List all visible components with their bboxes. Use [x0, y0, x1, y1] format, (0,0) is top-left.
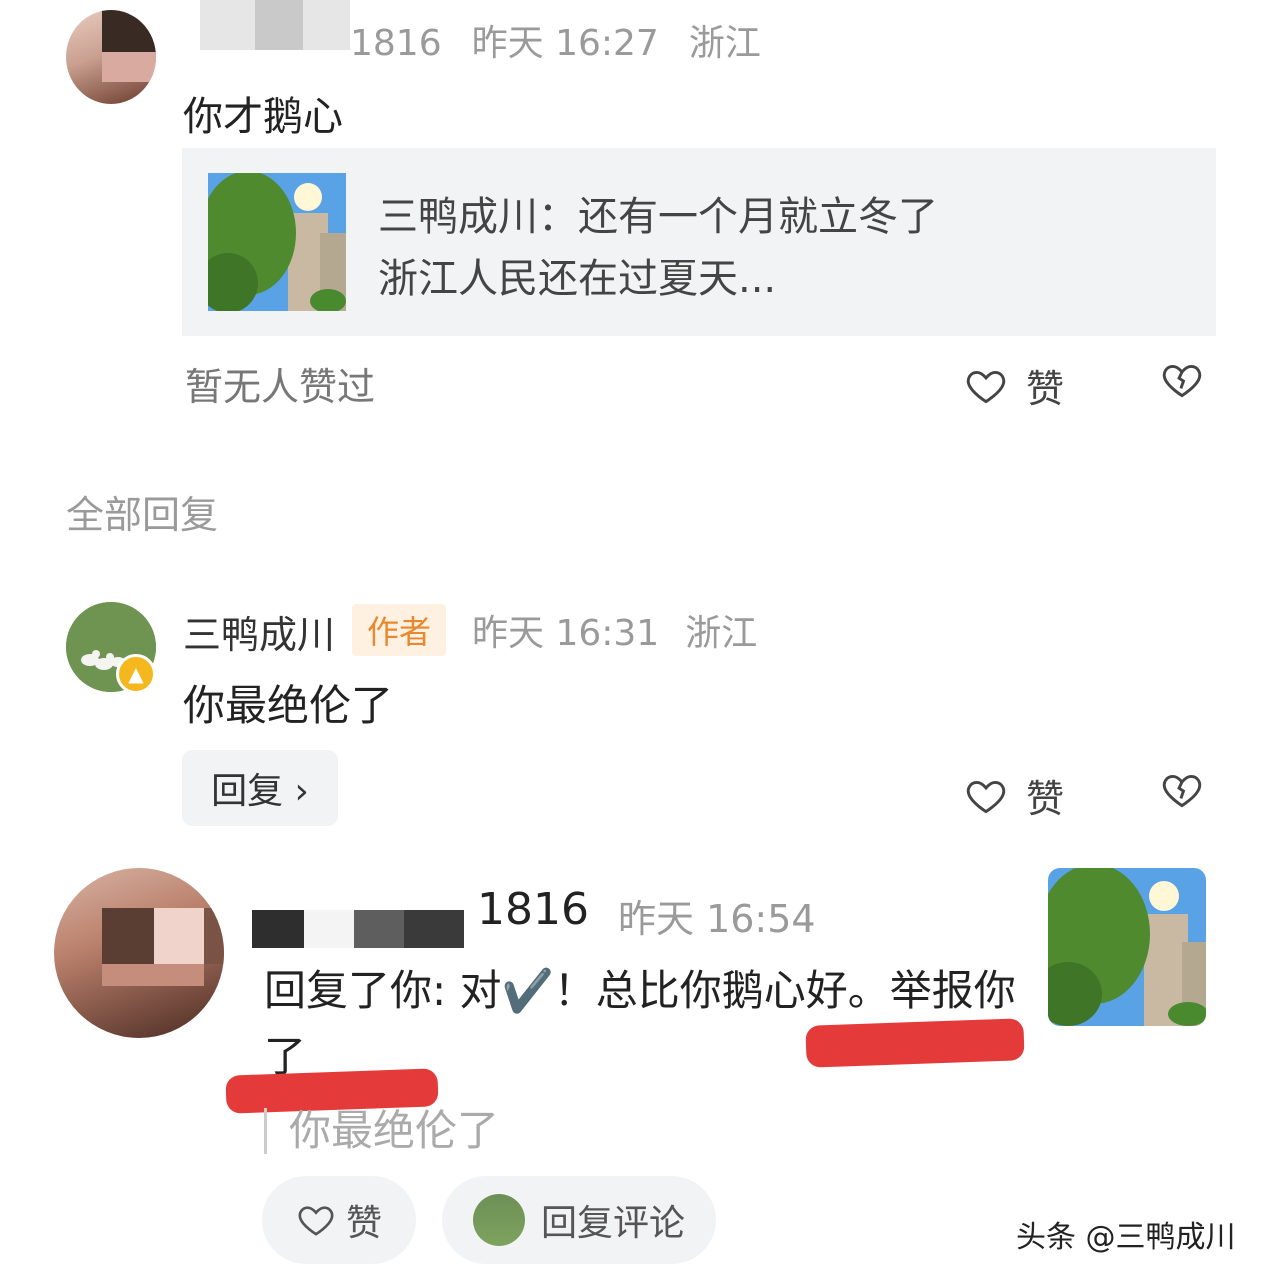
- comment-text: 你最绝伦了: [183, 681, 394, 730]
- comment-meta: 昨天 16:31 浙江: [472, 604, 783, 656]
- avatar[interactable]: [66, 10, 156, 104]
- like-label: 赞: [345, 1203, 382, 1244]
- censor-block: [404, 910, 464, 948]
- location: 浙江: [685, 613, 758, 654]
- section-title: 全部回复: [66, 493, 219, 537]
- post-thumbnail[interactable]: [1048, 868, 1206, 1026]
- heart-icon: [298, 1206, 334, 1236]
- reply-comment-button[interactable]: 回复评论: [442, 1176, 716, 1264]
- sky-tree-image: [1048, 868, 1206, 1026]
- post-thumbnail[interactable]: [208, 173, 346, 311]
- broken-heart-icon: [1162, 364, 1202, 398]
- quoted-post-line: 浙江人民还在过夏天...: [378, 256, 777, 302]
- verified-badge-icon: ▲: [116, 654, 156, 694]
- censor-block: [252, 910, 304, 948]
- quoted-post-text: 三鸭成川：还有一个月就立冬了 浙江人民还在过夏天...: [378, 186, 1178, 310]
- censor-block: [354, 910, 404, 948]
- avatar[interactable]: [54, 868, 224, 1038]
- quoted-post-line: 三鸭成川：还有一个月就立冬了: [378, 194, 938, 240]
- location: 浙江: [688, 23, 761, 64]
- watermark: 头条 @三鸭成川: [1016, 1220, 1236, 1255]
- censor-block: [304, 910, 354, 948]
- username[interactable]: 三鸭成川: [183, 604, 335, 659]
- quoted-reply: 你最绝伦了: [264, 1108, 499, 1154]
- timestamp: 昨天 16:27: [471, 23, 659, 64]
- like-button[interactable]: 赞: [964, 358, 1064, 413]
- username[interactable]: 1816: [477, 884, 589, 935]
- heart-icon: [966, 780, 1006, 813]
- dislike-button[interactable]: [1160, 358, 1204, 406]
- reply-button[interactable]: 回复 ›: [182, 750, 338, 826]
- like-button[interactable]: 赞: [262, 1176, 416, 1264]
- author-tag: 作者: [352, 604, 446, 656]
- dislike-button[interactable]: [1160, 768, 1204, 816]
- reply-comment-label: 回复评论: [540, 1203, 685, 1244]
- broken-heart-icon: [1162, 774, 1202, 808]
- comment-meta: 1816 昨天 16:27 浙江: [185, 14, 791, 66]
- username[interactable]: 1816: [350, 23, 442, 64]
- likes-status: 暂无人赞过: [185, 365, 376, 409]
- like-label: 赞: [1026, 367, 1065, 411]
- like-label: 赞: [1026, 777, 1065, 821]
- highlight-mark: [805, 1018, 1025, 1068]
- heart-icon: [966, 370, 1006, 403]
- timestamp: 昨天 16:54: [618, 897, 816, 941]
- like-button[interactable]: 赞: [964, 768, 1064, 823]
- timestamp: 昨天 16:31: [472, 613, 660, 654]
- sky-tree-image: [208, 173, 346, 311]
- avatar: [472, 1194, 525, 1246]
- comment-text: 你才鹅心: [183, 94, 343, 140]
